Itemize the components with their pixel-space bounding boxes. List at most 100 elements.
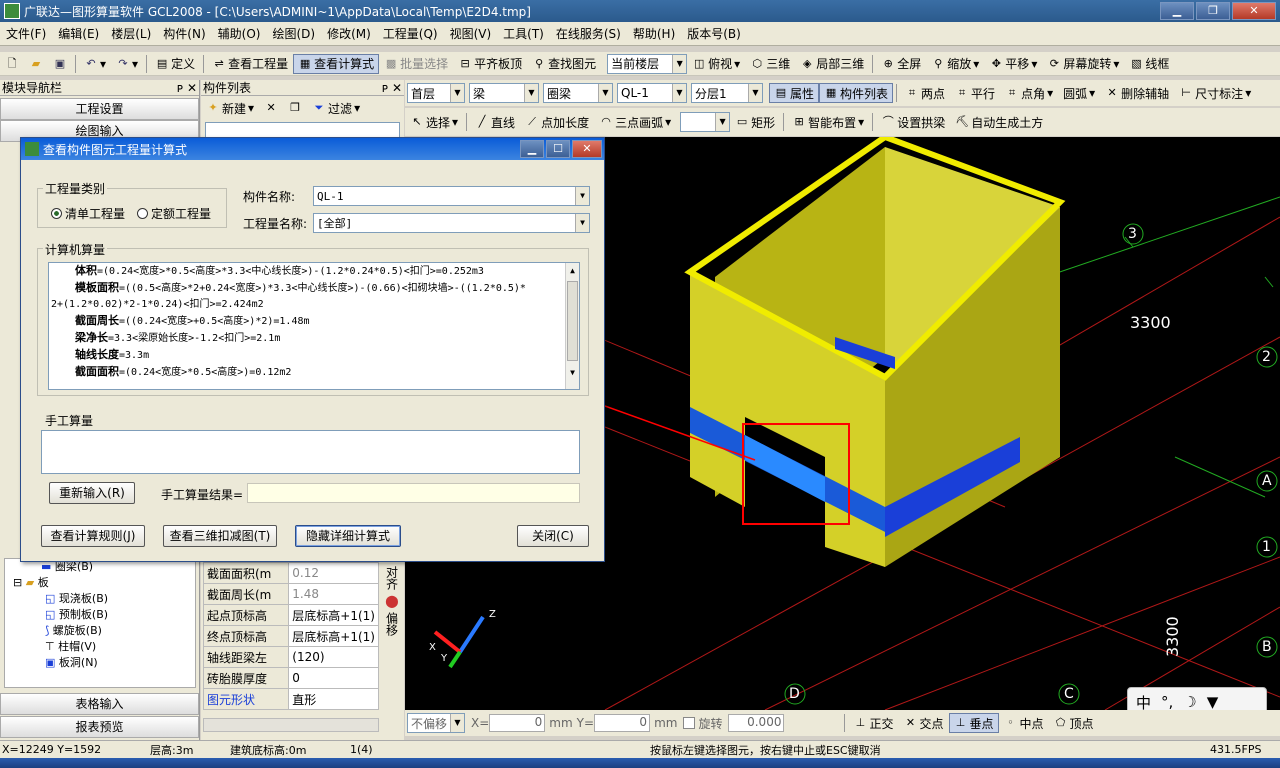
- dimension-button[interactable]: ⊢ 尺寸标注 ▾: [1174, 83, 1256, 103]
- menu-view[interactable]: 视图(V): [444, 25, 498, 42]
- moon-icon[interactable]: ☽: [1183, 693, 1196, 710]
- minimize-button[interactable]: ▁: [1160, 2, 1194, 20]
- type-select[interactable]: 梁 ▼: [469, 83, 539, 103]
- offset-tool[interactable]: 偏移: [384, 612, 401, 636]
- calc-formula-area[interactable]: 体积=(0.24<宽度>*0.5<高度>*3.3<中心线长度>)-(1.2*0.…: [48, 262, 580, 390]
- line-button[interactable]: ╱ 直线: [470, 112, 520, 132]
- intersection-button[interactable]: ✕ 交点: [898, 713, 948, 733]
- component-name-select[interactable]: QL-1 ▼: [313, 186, 590, 206]
- rectangle-button[interactable]: ▭ 矩形: [730, 112, 780, 132]
- quantity-name-select[interactable]: [全部] ▼: [313, 213, 590, 233]
- menu-modify[interactable]: 修改(M): [321, 25, 377, 42]
- tree-item[interactable]: ◱ 现浇板(B): [5, 591, 195, 607]
- x-input[interactable]: 0: [489, 714, 546, 732]
- find-element-button[interactable]: ⚲ 查找图元: [527, 54, 601, 74]
- restore-button[interactable]: ❐: [1196, 2, 1230, 20]
- menu-aux[interactable]: 辅助(O): [212, 25, 267, 42]
- menu-floor[interactable]: 楼层(L): [105, 25, 157, 42]
- align-tool[interactable]: 对齐: [384, 566, 401, 590]
- view-quantity-button[interactable]: ⇌ 查看工程量: [207, 54, 293, 74]
- pin-icon[interactable]: ᴘ: [177, 81, 183, 95]
- pan-button[interactable]: ✥ 平移 ▾: [984, 54, 1042, 74]
- tree-item[interactable]: ⊟ ▰ 板: [5, 575, 195, 591]
- batch-select-button[interactable]: ▩ 批量选择: [379, 54, 453, 74]
- tree-item[interactable]: ▣ 板洞(N): [5, 655, 195, 671]
- copy-component-button[interactable]: ❐: [283, 98, 307, 118]
- offset-mode-select[interactable]: 不偏移 ▼: [407, 713, 465, 733]
- undo-button[interactable]: ↶ ▾: [79, 54, 111, 74]
- select-button[interactable]: ↖ 选择 ▾: [405, 112, 463, 132]
- delete-component-button[interactable]: ✕: [259, 98, 283, 118]
- menu-version[interactable]: 版本号(B): [681, 25, 747, 42]
- menu-file[interactable]: 文件(F): [0, 25, 52, 42]
- define-button[interactable]: ▤ 定义: [150, 54, 200, 74]
- screen-rotate-button[interactable]: ⟳ 屏幕旋转 ▾: [1042, 54, 1124, 74]
- rotate-checkbox[interactable]: [683, 717, 696, 729]
- rotate-input[interactable]: 0.000: [728, 714, 785, 732]
- local-3d-button[interactable]: ◈ 局部三维: [795, 54, 869, 74]
- wireframe-button[interactable]: ▧ 线框: [1124, 54, 1174, 74]
- tree-item[interactable]: ⊤ 柱帽(V): [5, 639, 195, 655]
- smart-layout-button[interactable]: ⊞ 智能布置 ▾: [787, 112, 869, 132]
- close-dialog-button[interactable]: 关闭(C): [517, 525, 589, 547]
- ime-mode[interactable]: 中: [1136, 692, 1151, 711]
- layer-select[interactable]: 分层1 ▼: [691, 83, 763, 103]
- menu-component[interactable]: 构件(N): [157, 25, 211, 42]
- view-calc-rules-button[interactable]: 查看计算规则(J): [41, 525, 145, 547]
- current-floor-select[interactable]: 当前楼层 ▼: [607, 53, 688, 74]
- two-point-button[interactable]: ⌗ 两点: [900, 83, 950, 103]
- report-preview-tab[interactable]: 报表预览: [0, 716, 199, 738]
- tree-item[interactable]: ⟆ 螺旋板(B): [5, 623, 195, 639]
- angle-point-button[interactable]: ⌗ 点角 ▾: [1000, 83, 1058, 103]
- point-extend-button[interactable]: ⟋ 点加长度: [520, 112, 594, 132]
- menu-help[interactable]: 帮助(H): [627, 25, 681, 42]
- midpoint-button[interactable]: ◦ 中点: [999, 713, 1049, 733]
- shirt-icon[interactable]: ▼: [1207, 693, 1219, 710]
- floor-select[interactable]: 首层 ▼: [407, 83, 465, 103]
- three-point-arc-button[interactable]: ◠ 三点画弧 ▾: [594, 112, 676, 132]
- horizontal-scrollbar[interactable]: [203, 718, 379, 732]
- auto-earthwork-button[interactable]: ⛏ 自动生成土方: [950, 112, 1048, 132]
- scroll-thumb[interactable]: [567, 281, 578, 361]
- pin-icon[interactable]: ᴘ: [382, 81, 388, 95]
- save-button[interactable]: ▣: [48, 54, 72, 74]
- menu-edit[interactable]: 编辑(E): [52, 25, 105, 42]
- 3d-view-button[interactable]: ⬡ 三维: [745, 54, 795, 74]
- bill-quantity-radio[interactable]: 清单工程量: [51, 205, 125, 222]
- new-component-button[interactable]: ✦ 新建 ▾: [201, 98, 259, 118]
- project-settings-tab[interactable]: 工程设置: [0, 98, 199, 120]
- perpendicular-button[interactable]: ⊥ 垂点: [948, 713, 999, 733]
- top-view-button[interactable]: ◫ 俯视 ▾: [687, 54, 745, 74]
- component-search-input[interactable]: [205, 122, 400, 138]
- reinput-button[interactable]: 重新输入(R): [49, 482, 135, 504]
- new-file-button[interactable]: 🗋: [0, 54, 24, 74]
- table-input-tab[interactable]: 表格输入: [0, 693, 199, 715]
- component-list-button[interactable]: ▦ 构件列表: [819, 83, 894, 103]
- dialog-maximize-button[interactable]: ☐: [546, 140, 570, 158]
- scroll-up-icon[interactable]: ▲: [566, 263, 579, 277]
- y-input[interactable]: 0: [594, 714, 651, 732]
- subtype-select[interactable]: 圈梁 ▼: [543, 83, 613, 103]
- vertex-button[interactable]: ⬠ 顶点: [1049, 713, 1099, 733]
- arc-option-select[interactable]: ▼: [680, 112, 731, 132]
- align-slab-top-button[interactable]: ⊟ 平齐板顶: [453, 54, 527, 74]
- scroll-down-icon[interactable]: ▼: [566, 365, 579, 379]
- menu-quantity[interactable]: 工程量(Q): [377, 25, 444, 42]
- manual-calc-input[interactable]: [41, 430, 580, 474]
- close-window-button[interactable]: ✕: [1232, 2, 1276, 20]
- punctuation-icon[interactable]: °,: [1161, 693, 1173, 710]
- close-icon[interactable]: ✕: [187, 81, 197, 95]
- attributes-button[interactable]: ▤ 属性: [769, 83, 820, 103]
- dialog-minimize-button[interactable]: ▁: [520, 140, 544, 158]
- calc-vertical-scrollbar[interactable]: ▲ ▼: [565, 263, 579, 389]
- fullscreen-button[interactable]: ⊕ 全屏: [876, 54, 926, 74]
- menu-draw[interactable]: 绘图(D): [266, 25, 321, 42]
- close-icon[interactable]: ✕: [392, 81, 402, 95]
- hide-detail-button[interactable]: 隐藏详细计算式: [295, 525, 401, 547]
- menu-tools[interactable]: 工具(T): [497, 25, 550, 42]
- component-select[interactable]: QL-1 ▼: [617, 83, 687, 103]
- view-formula-button[interactable]: ▦ 查看计算式: [293, 53, 380, 74]
- dialog-close-button[interactable]: ✕: [572, 140, 602, 158]
- redo-button[interactable]: ↷ ▾: [111, 54, 143, 74]
- zoom-button[interactable]: ⚲ 缩放 ▾: [926, 54, 984, 74]
